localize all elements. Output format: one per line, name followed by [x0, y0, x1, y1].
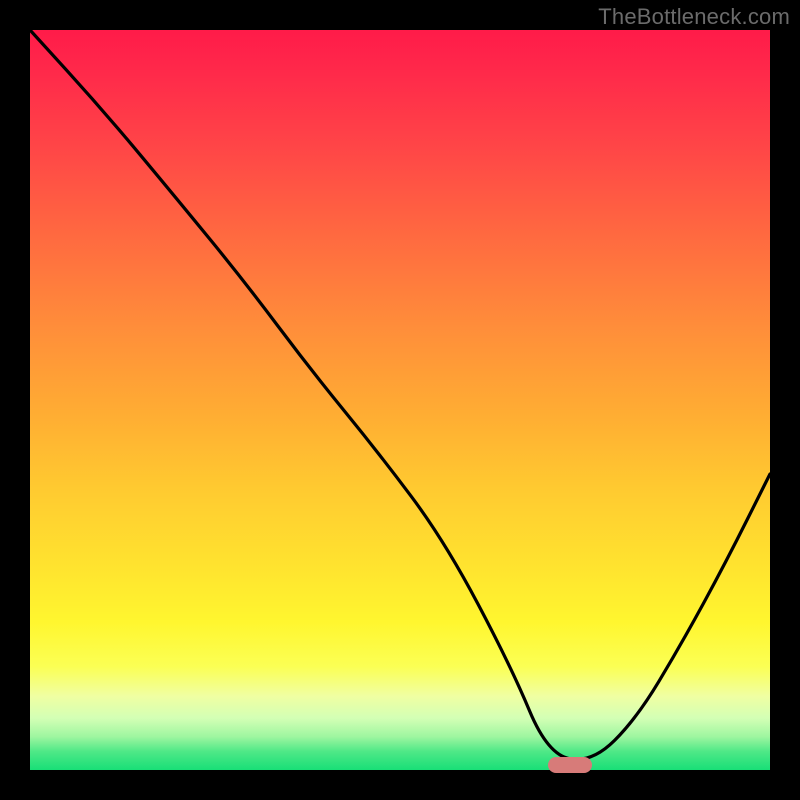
watermark-text: TheBottleneck.com	[598, 4, 790, 30]
chart-frame: TheBottleneck.com	[0, 0, 800, 800]
curve-path	[30, 30, 770, 759]
optimal-marker	[548, 757, 592, 773]
bottleneck-curve	[30, 30, 770, 770]
